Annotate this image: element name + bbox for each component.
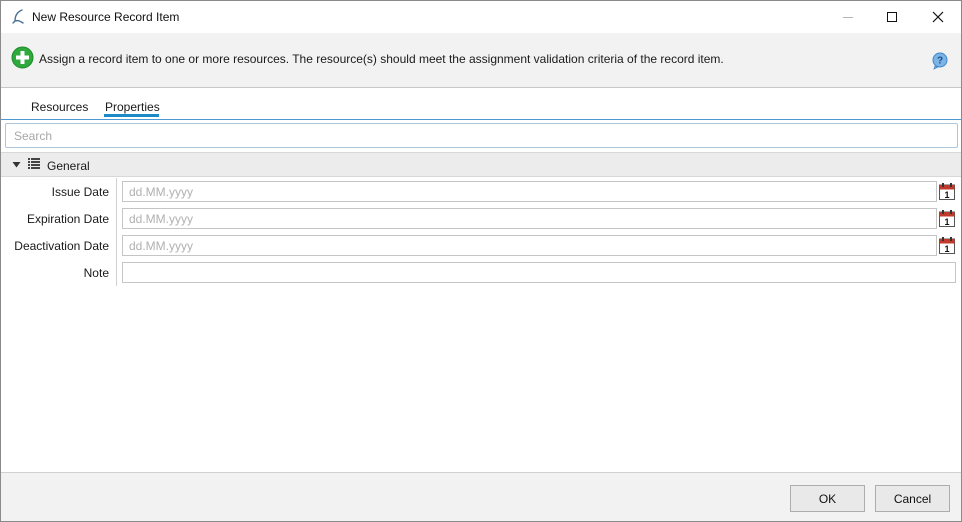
calendar-icon: 1 [939, 237, 955, 254]
close-button[interactable] [915, 1, 961, 33]
issue-date-calendar-button[interactable]: 1 [938, 182, 956, 201]
property-label: Note [83, 266, 109, 280]
deactivation-date-input[interactable] [123, 236, 936, 255]
issue-date-field [122, 181, 937, 202]
calendar-icon: 1 [939, 210, 955, 227]
deactivation-date-field [122, 235, 937, 256]
dialog-window: New Resource Record Item Assign a record… [0, 0, 962, 522]
window-title: New Resource Record Item [32, 10, 180, 24]
close-icon [932, 11, 944, 23]
tab-properties[interactable]: Properties [105, 100, 160, 114]
header-message: Assign a record item to one or more reso… [39, 52, 724, 66]
dialog-header: Assign a record item to one or more reso… [1, 33, 961, 88]
group-title: General [47, 159, 90, 173]
search-input[interactable] [6, 124, 957, 147]
svg-text:1: 1 [944, 244, 949, 254]
note-input[interactable] [123, 263, 955, 282]
minimize-icon [843, 17, 853, 18]
svg-text:?: ? [937, 56, 943, 67]
svg-text:1: 1 [944, 190, 949, 200]
maximize-icon [887, 12, 897, 22]
property-label: Expiration Date [26, 212, 109, 226]
property-row-expiration-date: Expiration Date 1 [1, 205, 961, 231]
search-box [5, 123, 958, 148]
property-row-issue-date: Issue Date 1 [1, 178, 961, 204]
expiration-date-field [122, 208, 937, 229]
ok-button[interactable]: OK [790, 485, 865, 512]
help-icon[interactable]: ? [931, 52, 949, 70]
title-bar[interactable]: New Resource Record Item [1, 1, 961, 33]
active-tab-indicator [104, 114, 159, 117]
dialog-footer: OK Cancel [1, 472, 961, 521]
issue-date-input[interactable] [123, 182, 936, 201]
add-circle-icon [11, 46, 34, 69]
note-field [122, 262, 956, 283]
tab-bar: Resources Properties [1, 89, 961, 120]
tab-resources[interactable]: Resources [31, 100, 88, 114]
deactivation-date-calendar-button[interactable]: 1 [938, 236, 956, 255]
property-label: Issue Date [51, 185, 109, 199]
expiration-date-input[interactable] [123, 209, 936, 228]
svg-text:1: 1 [944, 217, 949, 227]
expiration-date-calendar-button[interactable]: 1 [938, 209, 956, 228]
property-row-deactivation-date: Deactivation Date 1 [1, 232, 961, 258]
minimize-button[interactable] [825, 1, 871, 33]
property-row-note: Note [1, 259, 961, 285]
calendar-icon: 1 [939, 183, 955, 200]
property-label: Deactivation Date [14, 239, 109, 253]
collapse-arrow-icon[interactable] [12, 160, 21, 169]
maximize-button[interactable] [869, 1, 915, 33]
app-logo-icon [12, 9, 24, 24]
list-icon [28, 158, 40, 169]
group-header-general[interactable]: General [1, 152, 961, 177]
cancel-button[interactable]: Cancel [875, 485, 950, 512]
